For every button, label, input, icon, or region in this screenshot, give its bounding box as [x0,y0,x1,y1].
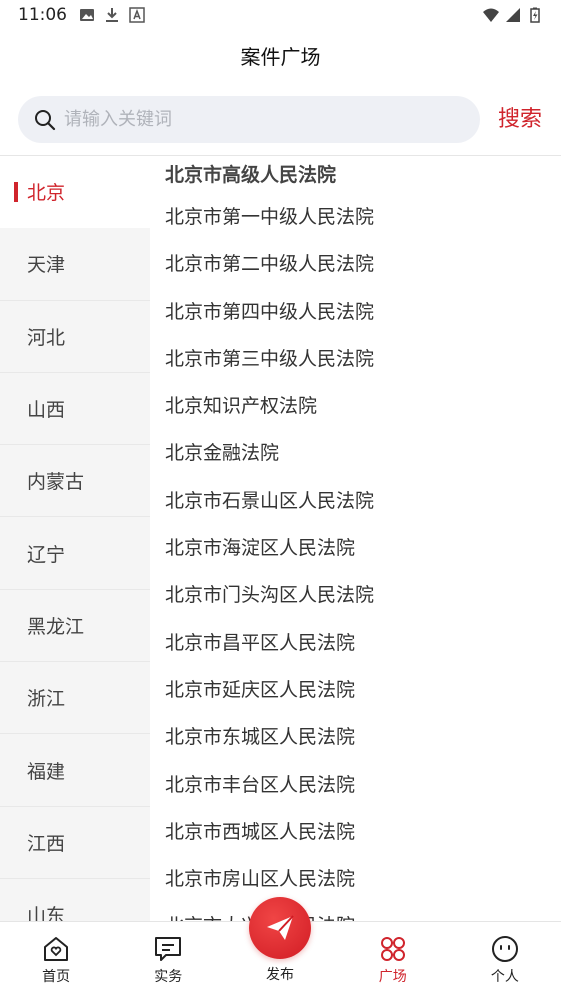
face-icon [491,936,518,962]
sidebar-item-zhejiang[interactable]: 浙江 [0,662,150,735]
sidebar-item-heilongjiang[interactable]: 黑龙江 [0,590,150,663]
search-button[interactable]: 搜索 [498,104,542,136]
publish-button[interactable] [249,897,311,959]
active-indicator [14,182,18,202]
tab-publish-label: 发布 [266,967,294,983]
tab-profile[interactable]: 个人 [449,922,561,997]
court-item[interactable]: 北京市门头沟区人民法院 [150,572,561,619]
court-item[interactable]: 北京市第三中级人民法院 [150,336,561,383]
sidebar-item-label: 山东 [27,905,66,921]
court-item[interactable]: 北京市石景山区人民法院 [150,478,561,525]
search-bar[interactable] [18,96,480,143]
sidebar-item-label: 内蒙古 [27,471,85,494]
message-icon [155,937,182,961]
search-input[interactable] [64,109,444,130]
paper-plane-icon [267,915,294,940]
court-item[interactable]: 北京市昌平区人民法院 [150,620,561,667]
wifi-icon [483,8,499,22]
page-title: 案件广场 [240,45,321,69]
tab-practice-label: 实务 [154,969,183,985]
sidebar-item-label: 河北 [27,326,66,349]
sidebar-item-tianjin[interactable]: 天津 [0,228,150,301]
status-time: 11:06 [18,5,67,25]
court-item[interactable]: 北京市西城区人民法院 [150,809,561,856]
court-item[interactable]: 北京市大兴区人民法院 [150,903,561,921]
sidebar-item-label: 天津 [27,254,66,277]
sidebar-item-label: 北京 [27,182,66,205]
sidebar-item-jiangxi[interactable]: 江西 [0,807,150,879]
court-item[interactable]: 北京市房山区人民法院 [150,856,561,903]
court-item[interactable]: 北京知识产权法院 [150,383,561,430]
home-heart-icon [44,937,69,961]
court-item[interactable]: 北京市第一中级人民法院 [150,194,561,241]
sidebar-item-neimenggu[interactable]: 内蒙古 [0,445,150,518]
court-item[interactable]: 北京市第四中级人民法院 [150,289,561,336]
sidebar-item-hebei[interactable]: 河北 [0,301,150,373]
tab-practice[interactable]: 实务 [112,922,224,997]
sidebar-item-label: 黑龙江 [27,615,85,638]
image-icon [80,9,94,21]
sidebar-item-fujian[interactable]: 福建 [0,734,150,807]
court-item[interactable]: 北京金融法院 [150,430,561,477]
court-list[interactable]: 北京市高级人民法院 北京市第一中级人民法院 北京市第二中级人民法院 北京市第四中… [150,156,561,921]
sidebar-item-label: 浙江 [27,688,66,711]
province-sidebar[interactable]: 北京 天津 河北 山西 内蒙古 辽宁 黑龙江 浙江 福建 江西 山东 [0,156,150,921]
sidebar-item-shandong[interactable]: 山东 [0,879,150,921]
sidebar-item-shanxi[interactable]: 山西 [0,373,150,446]
court-item[interactable]: 北京市延庆区人民法院 [150,667,561,714]
sidebar-item-beijing[interactable]: 北京 [0,156,150,229]
court-item[interactable]: 北京市丰台区人民法院 [150,762,561,809]
battery-icon [530,7,540,23]
court-item[interactable]: 北京市东城区人民法院 [150,714,561,761]
sidebar-item-label: 福建 [27,760,66,783]
court-item[interactable]: 北京市海淀区人民法院 [150,525,561,572]
sidebar-item-label: 江西 [27,832,66,855]
grid-flower-icon [380,937,405,961]
tab-home-label: 首页 [42,969,71,985]
sidebar-item-label: 山西 [27,399,66,422]
sidebar-item-liaoning[interactable]: 辽宁 [0,517,150,590]
font-icon [129,7,145,23]
court-item[interactable]: 北京市第二中级人民法院 [150,241,561,288]
tab-home[interactable]: 首页 [0,922,112,997]
tab-profile-label: 个人 [490,969,519,985]
signal-icon [506,8,520,22]
search-icon [35,109,56,130]
download-icon [106,8,118,22]
tab-square[interactable]: 广场 [337,922,449,997]
sidebar-item-label: 辽宁 [27,543,66,566]
tab-square-label: 广场 [378,969,407,985]
court-list-header[interactable]: 北京市高级人民法院 [150,156,561,194]
status-bar: 11:06 [0,0,561,30]
